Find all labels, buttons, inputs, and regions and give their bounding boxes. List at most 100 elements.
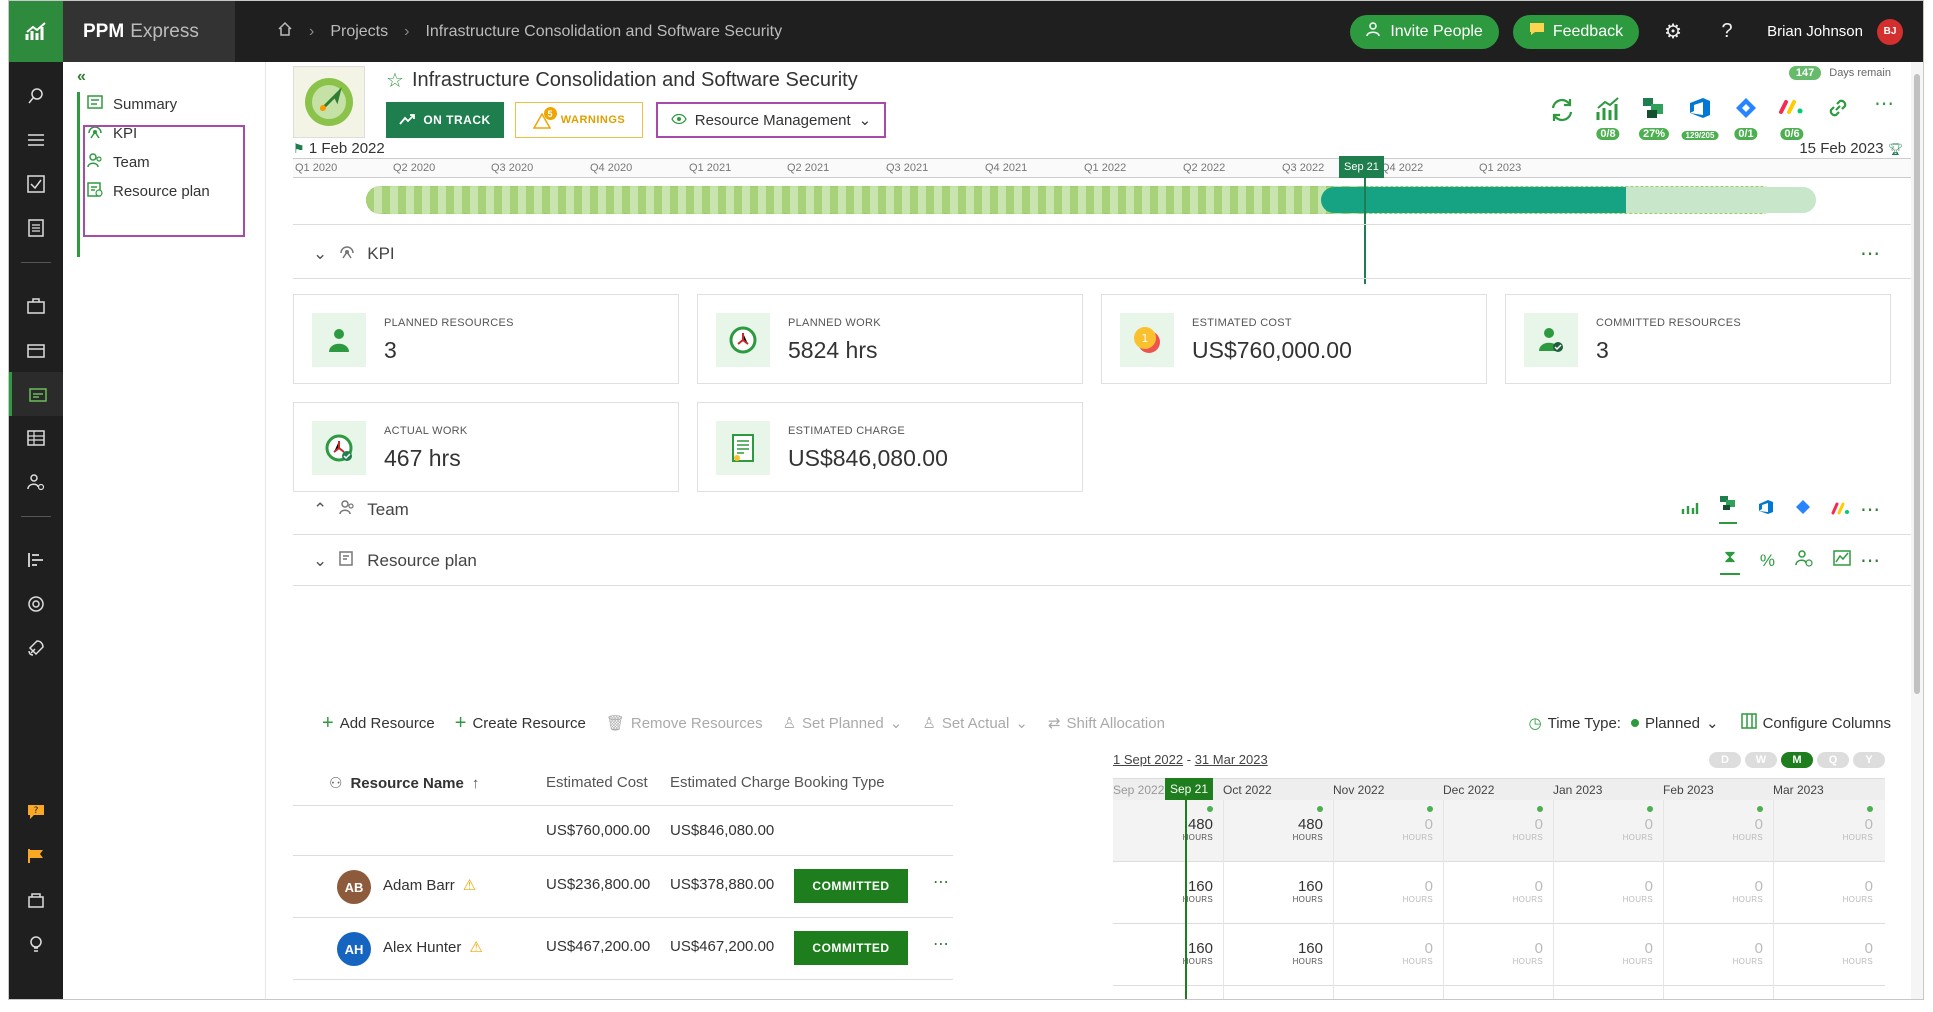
scrollbar[interactable] [1911,62,1923,999]
invite-people-button[interactable]: Invite People [1350,14,1499,49]
projects-icon[interactable] [9,372,63,416]
chevron-up-icon[interactable]: ⌃ [313,500,327,520]
time-cell[interactable]: 160 HOURS [1113,924,1223,966]
set-planned-button[interactable]: ♙ Set Planned ⌄ [783,714,903,733]
hourglass-icon[interactable]: ⧗ [1719,547,1740,575]
scale-month[interactable]: M [1781,752,1813,768]
column-estimated-cost[interactable]: Estimated Cost [546,774,648,791]
chart-icon[interactable] [1681,499,1699,520]
more-icon[interactable]: ⋯ [933,872,949,892]
time-cell[interactable]: 160 HOURS [1223,862,1333,904]
time-cell[interactable]: 0 HOURS [1773,924,1883,966]
remove-resources-button[interactable]: 🗑︎ Remove Resources [606,714,763,733]
planner-icon[interactable]: 27% [1637,96,1671,140]
time-cell[interactable]: 0 HOURS [1443,862,1553,904]
avatar[interactable]: BJ [1877,18,1903,45]
time-cell[interactable]: 0 HOURS [1333,800,1443,842]
shop-icon[interactable] [9,878,63,922]
time-cell[interactable]: 0 HOURS [1773,800,1883,842]
document-icon[interactable] [9,206,63,250]
warning-icon[interactable]: ⚠ [463,876,476,894]
time-cell[interactable]: 160 HOURS [1223,924,1333,966]
warnings-button[interactable]: 5 WARNINGS [515,102,643,138]
portfolio-icon[interactable] [9,328,63,372]
table-row[interactable]: AB Adam Barr ⚠ US$236,800.00 US$378,880.… [293,856,953,918]
monday-icon[interactable]: 0/6 [1775,96,1809,140]
tasks-icon[interactable] [9,162,63,206]
breadcrumb-projects[interactable]: Projects [330,23,388,41]
nav-summary[interactable]: Summary [87,90,177,118]
flag-icon[interactable] [9,834,63,878]
time-cell[interactable]: 0 HOURS [1553,800,1663,842]
menu-icon[interactable] [9,118,63,162]
time-cell[interactable]: 160 HOURS [1113,862,1223,904]
section-resource-plan-header[interactable]: ⌄ Resource plan ⧗ % ⋯ [293,536,1911,586]
time-type-selector[interactable]: ◷ Time Type: Planned ⌄ [1529,714,1719,733]
range-start[interactable]: 1 Sept 2022 [1113,752,1183,767]
resource-name[interactable]: Adam Barr [383,877,455,894]
more-icon[interactable]: ⋯ [1860,548,1881,573]
user-name[interactable]: Brian Johnson [1767,23,1863,40]
warning-icon[interactable]: ⚠ [469,938,482,956]
table-row[interactable]: AH Alex Hunter ⚠ US$467,200.00 US$467,20… [293,918,953,980]
gear-icon[interactable]: ⚙ [1653,12,1693,52]
set-actual-button[interactable]: ♙ Set Actual ⌄ [922,714,1028,733]
jira-icon[interactable] [1795,499,1811,520]
time-cell[interactable]: 0 HOURS [1553,924,1663,966]
radar-icon[interactable] [9,582,63,626]
home-icon[interactable] [277,21,293,42]
chart-icon[interactable]: 0/8 [1591,96,1625,140]
timeline-bar-progress[interactable] [1321,187,1626,213]
status-button[interactable]: ON TRACK [386,102,504,138]
time-cell[interactable]: 480 HOURS [1223,800,1333,842]
table-icon[interactable] [9,416,63,460]
more-icon[interactable]: ⋯ [1860,241,1881,266]
percent-icon[interactable]: % [1760,551,1775,571]
rocket-icon[interactable] [9,626,63,670]
time-cell[interactable]: 480 HOURS [1113,800,1223,842]
more-icon[interactable]: ⋯ [1867,94,1901,140]
section-team-header[interactable]: ⌃ Team ⋯ [293,485,1911,535]
time-cell[interactable]: 0 HOURS [1443,924,1553,966]
time-cell[interactable]: 0 HOURS [1443,800,1553,842]
column-estimated-charge[interactable]: Estimated Charge [670,774,790,791]
more-icon[interactable]: ⋯ [1860,497,1881,522]
briefcase-icon[interactable] [9,284,63,328]
help-chat-icon[interactable]: ? [9,790,63,834]
create-resource-button[interactable]: + Create Resource [455,712,586,735]
time-cell[interactable]: 0 HOURS [1663,924,1773,966]
booking-type-badge[interactable]: COMMITTED [794,931,908,965]
star-icon[interactable]: ☆ [386,68,404,93]
roadmap-icon[interactable] [9,538,63,582]
scale-day[interactable]: D [1709,752,1741,768]
devops-icon[interactable]: 129/205 [1681,96,1719,140]
column-resource-name[interactable]: ⚇ Resource Name ↑ [329,774,479,793]
scale-quarter[interactable]: Q [1817,752,1849,768]
search-icon[interactable] [9,74,63,118]
person-time-icon[interactable] [1795,549,1813,572]
app-logo-icon[interactable] [9,1,63,62]
monday-icon[interactable] [1831,500,1851,520]
project-logo[interactable] [293,66,365,138]
configure-columns-button[interactable]: Configure Columns [1740,713,1891,733]
chart-area-icon[interactable] [1833,550,1851,571]
time-cell[interactable]: 0 HOURS [1333,924,1443,966]
feedback-button[interactable]: Feedback [1512,14,1640,49]
shift-allocation-button[interactable]: ⇄ Shift Allocation [1048,714,1165,733]
scale-year[interactable]: Y [1853,752,1885,768]
column-booking-type[interactable]: Booking Type [794,774,885,791]
chevron-down-icon[interactable]: ⌄ [313,244,327,264]
chevron-down-icon[interactable]: ⌄ [313,551,327,571]
booking-type-badge[interactable]: COMMITTED [794,869,908,903]
devops-icon[interactable] [1757,499,1775,520]
range-end[interactable]: 31 Mar 2023 [1195,752,1268,767]
time-cell[interactable]: 0 HOURS [1333,862,1443,904]
collapse-icon[interactable]: « [77,68,86,86]
add-resource-button[interactable]: + Add Resource [322,712,435,735]
scale-week[interactable]: W [1745,752,1777,768]
more-icon[interactable]: ⋯ [933,934,949,954]
date-range[interactable]: 1 Sept 2022 - 31 Mar 2023 [1113,752,1268,767]
time-cell[interactable]: 0 HOURS [1663,800,1773,842]
time-cell[interactable]: 0 HOURS [1663,862,1773,904]
time-cell[interactable]: 0 HOURS [1773,862,1883,904]
